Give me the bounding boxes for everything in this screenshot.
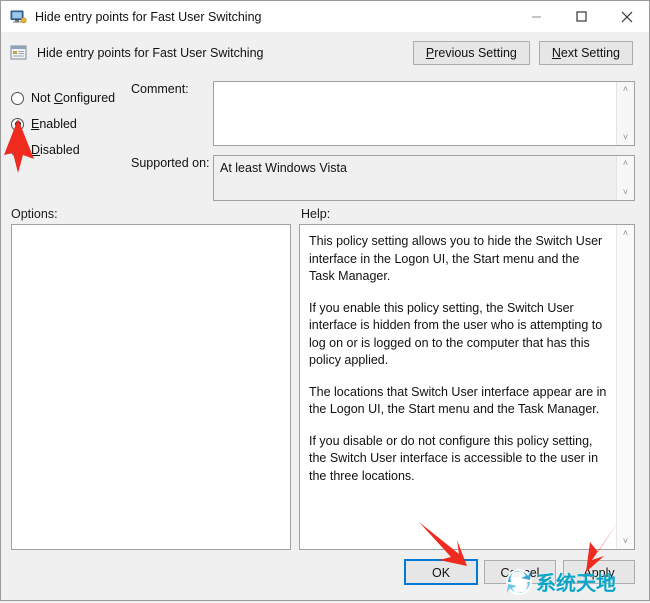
previous-setting-label: revious Setting xyxy=(434,46,517,60)
supported-on-box: At least Windows Vista ˄ ˅ xyxy=(213,155,635,201)
supported-scroll-up-icon[interactable]: ˄ xyxy=(617,156,634,171)
comment-scrollbar[interactable]: ˄ ˅ xyxy=(616,82,634,145)
supported-on-row: Supported on: At least Windows Vista ˄ ˅ xyxy=(131,155,635,201)
next-setting-button[interactable]: Next Setting xyxy=(539,41,633,65)
options-panel[interactable] xyxy=(11,224,291,550)
setting-header: Hide entry points for Fast User Switchin… xyxy=(1,32,649,73)
setting-title: Hide entry points for Fast User Switchin… xyxy=(37,46,413,60)
cancel-button[interactable]: Cancel xyxy=(484,560,556,584)
radio-enabled[interactable]: Enabled xyxy=(11,111,131,137)
radio-enabled-mark xyxy=(11,118,24,131)
next-setting-accel: N xyxy=(552,46,561,60)
title-bar: Hide entry points for Fast User Switchin… xyxy=(1,1,649,32)
configuration-area: Not Configured Enabled Disabled Comment:… xyxy=(1,73,649,201)
comment-row: Comment: ˄ ˅ xyxy=(131,81,635,146)
help-panel: This policy setting allows you to hide t… xyxy=(299,224,635,550)
help-scrollbar[interactable]: ˄ ˅ xyxy=(616,225,634,549)
help-paragraph: The locations that Switch User interface… xyxy=(309,384,607,419)
help-paragraph: If you disable or do not configure this … xyxy=(309,433,607,486)
help-label: Help: xyxy=(296,207,635,221)
help-scroll-down-icon[interactable]: ˅ xyxy=(617,533,634,549)
supported-on-label: Supported on: xyxy=(131,155,213,201)
window-controls xyxy=(514,1,649,32)
comment-input[interactable] xyxy=(214,82,616,145)
comment-box[interactable]: ˄ ˅ xyxy=(213,81,635,146)
comment-label: Comment: xyxy=(131,81,213,146)
radio-not-configured-mark xyxy=(11,92,24,105)
minimize-button[interactable] xyxy=(514,1,559,32)
fields-column: Comment: ˄ ˅ Supported on: At least Wind… xyxy=(131,81,635,201)
radio-not-configured-label: Not Configured xyxy=(31,91,115,105)
previous-setting-accel: P xyxy=(426,46,434,60)
apply-button[interactable]: Apply xyxy=(563,560,635,584)
state-radio-group: Not Configured Enabled Disabled xyxy=(11,81,131,201)
help-paragraph: If you enable this policy setting, the S… xyxy=(309,300,607,370)
help-paragraph: This policy setting allows you to hide t… xyxy=(309,233,607,286)
close-button[interactable] xyxy=(604,1,649,32)
radio-disabled[interactable]: Disabled xyxy=(11,137,131,163)
maximize-button[interactable] xyxy=(559,1,604,32)
radio-enabled-label: Enabled xyxy=(31,117,77,131)
radio-disabled-mark xyxy=(11,144,24,157)
window-title: Hide entry points for Fast User Switchin… xyxy=(35,10,514,24)
help-text: This policy setting allows you to hide t… xyxy=(300,225,616,549)
dialog-footer: OK Cancel Apply xyxy=(1,550,649,600)
next-setting-label: ext Setting xyxy=(561,46,620,60)
radio-not-configured[interactable]: Not Configured xyxy=(11,85,131,111)
group-policy-setting-dialog: Hide entry points for Fast User Switchin… xyxy=(0,0,650,601)
supported-on-value: At least Windows Vista xyxy=(214,156,616,200)
navigation-buttons: Previous Setting Next Setting xyxy=(413,41,633,65)
supported-scroll-down-icon[interactable]: ˅ xyxy=(617,185,634,200)
content-panels: This policy setting allows you to hide t… xyxy=(1,224,649,550)
help-scroll-up-icon[interactable]: ˄ xyxy=(617,225,634,241)
panel-labels: Options: Help: xyxy=(1,201,649,224)
supported-on-scrollbar[interactable]: ˄ ˅ xyxy=(616,156,634,200)
policy-setting-icon xyxy=(10,44,28,62)
comment-scroll-up-icon[interactable]: ˄ xyxy=(617,82,634,97)
previous-setting-button[interactable]: Previous Setting xyxy=(413,41,530,65)
radio-disabled-label: Disabled xyxy=(31,143,80,157)
options-label: Options: xyxy=(11,207,296,221)
comment-scroll-down-icon[interactable]: ˅ xyxy=(617,130,634,145)
ok-button[interactable]: OK xyxy=(405,560,477,584)
computer-monitor-icon xyxy=(10,9,27,25)
